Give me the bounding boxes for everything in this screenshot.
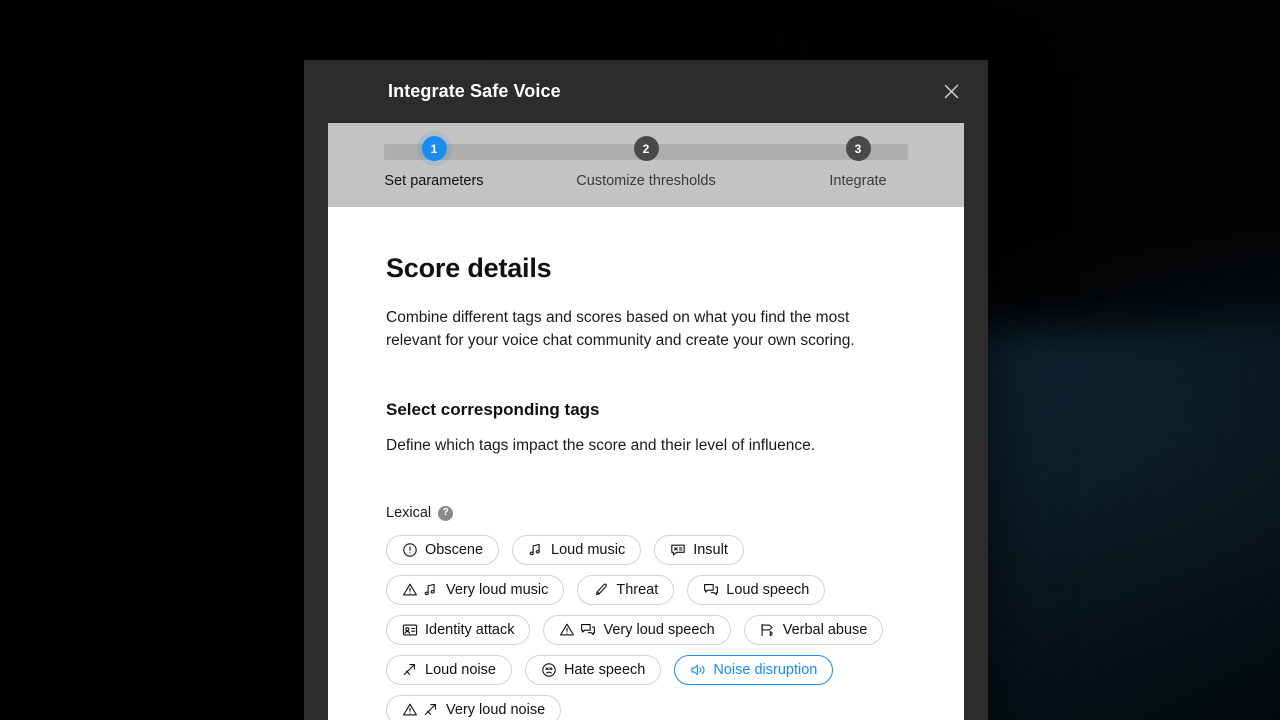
tag-chip-very-loud-noise[interactable]: Very loud noise [386,695,562,720]
music-note-icon [423,582,439,598]
tag-chip-obscene[interactable]: Obscene [386,535,500,565]
stepper-step-1[interactable]: 1 Set parameters [328,123,540,207]
modal-content: Score details Combine different tags and… [328,207,964,720]
page-description: Combine different tags and scores based … [386,309,855,349]
tag-chip-label: Threat [616,582,659,598]
tag-chip-identity-attack[interactable]: Identity attack [386,615,531,645]
speaker-wave-icon [690,662,706,678]
tag-chip-label: Insult [693,542,728,558]
screen: Integrate Safe Voice 1 Set parameters 2 … [0,0,1280,720]
tag-chip-label: Obscene [425,542,484,558]
page-title: Score details [386,253,552,283]
music-note-icon [528,542,544,558]
section-title: Select corresponding tags [386,400,600,419]
tag-chip-label: Loud noise [425,662,496,678]
tag-chip-label: Verbal abuse [782,622,868,638]
step-2-number: 2 [633,136,659,161]
megaphone-icon [760,622,776,638]
step-1-label: Set parameters [384,173,484,189]
tag-chip-threat[interactable]: Threat [577,575,675,605]
tag-group-name: Lexical [386,505,432,521]
warning-triangle-icon [559,622,575,638]
close-icon[interactable] [938,79,964,105]
tag-chip-loud-noise[interactable]: Loud noise [386,655,512,685]
exclamation-circle-icon [402,542,418,558]
tag-chip-label: Very loud noise [446,702,546,718]
tag-group-label: Lexical ? [386,505,906,521]
insult-bubble-icon [670,542,686,558]
tag-chip-list: Obscene Loud music Insult Very loud music Th… [386,535,906,720]
knife-icon [593,582,609,598]
tag-chip-noise-disruption[interactable]: Noise disruption [674,655,834,685]
tag-chip-loud-music[interactable]: Loud music [512,535,642,565]
step-3-number: 3 [845,136,871,161]
tag-chip-very-loud-speech[interactable]: Very loud speech [543,615,731,645]
tag-chip-loud-speech[interactable]: Loud speech [687,575,826,605]
angry-face-icon [541,662,557,678]
tag-chip-label: Identity attack [425,622,515,638]
help-icon[interactable]: ? [438,505,454,521]
stepper-step-2[interactable]: 2 Customize thresholds [540,123,752,207]
tag-chip-label: Hate speech [563,662,646,678]
warning-triangle-icon [402,582,418,598]
tag-chip-insult[interactable]: Insult [654,535,744,565]
modal-header: Integrate Safe Voice [304,60,988,123]
tag-chip-label: Loud music [551,542,626,558]
step-2-label: Customize thresholds [576,173,716,189]
modal-title: Integrate Safe Voice [388,81,561,101]
step-3-label: Integrate [829,173,887,189]
noise-arrow-icon [402,662,418,678]
tag-chip-label: Very loud speech [603,622,715,638]
tag-chip-very-loud-music[interactable]: Very loud music [386,575,565,605]
stepper-steps: 1 Set parameters 2 Customize thresholds … [328,123,964,207]
warning-triangle-icon [402,702,418,718]
tag-chip-verbal-abuse[interactable]: Verbal abuse [743,615,884,645]
integrate-safe-voice-modal: Integrate Safe Voice 1 Set parameters 2 … [304,60,988,720]
noise-arrow-icon [423,702,439,718]
step-1-number: 1 [421,136,447,161]
section-description: Define which tags impact the score and t… [386,437,816,454]
tag-chip-label: Loud speech [726,582,810,598]
tag-chip-label: Noise disruption [713,662,818,678]
id-card-icon [402,622,418,638]
double-bubble-icon [703,582,719,598]
tag-chip-hate-speech[interactable]: Hate speech [524,655,662,685]
tag-chip-label: Very loud music [446,582,549,598]
wizard-stepper: 1 Set parameters 2 Customize thresholds … [328,123,964,207]
stepper-step-3[interactable]: 3 Integrate [752,123,964,207]
double-bubble-icon [580,622,596,638]
